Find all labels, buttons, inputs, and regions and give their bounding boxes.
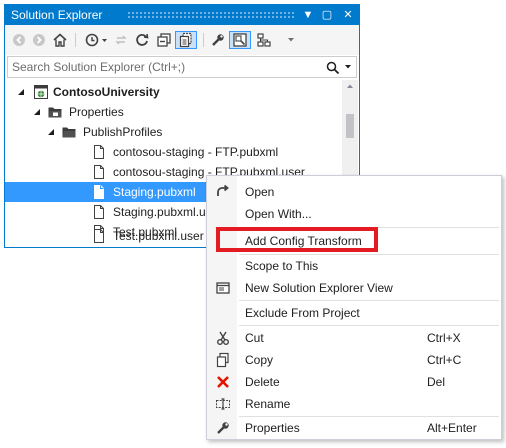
menu-separator xyxy=(239,300,499,301)
menu-item-copy[interactable]: Copy Ctrl+C xyxy=(207,349,501,371)
menu-item-label: Copy xyxy=(245,353,274,367)
window-title: Solution Explorer xyxy=(11,8,103,22)
search-input[interactable] xyxy=(12,59,308,75)
menu-item-scope-to-this[interactable]: Scope to This xyxy=(207,255,501,277)
file-icon xyxy=(94,185,104,199)
file-icon xyxy=(94,205,104,219)
scrollbar-thumb[interactable] xyxy=(346,114,354,138)
refresh-icon xyxy=(136,33,149,46)
tree-item-label: Staging.pubxml.us xyxy=(113,205,212,219)
menu-item-label: Properties xyxy=(245,421,300,435)
preview-selected-items-button[interactable] xyxy=(229,31,251,49)
collapse-all-button[interactable] xyxy=(155,31,173,49)
forward-button[interactable] xyxy=(31,31,47,49)
class-diagram-icon xyxy=(257,33,271,47)
menu-item-rename[interactable]: Rename xyxy=(207,393,501,415)
refresh-button[interactable] xyxy=(133,31,151,49)
web-project-icon xyxy=(34,85,48,99)
wrench-icon xyxy=(217,422,229,434)
pending-changes-filter-button[interactable] xyxy=(83,31,111,49)
context-menu: Open Open With... Add Config Transform S… xyxy=(206,175,502,440)
menu-item-label: Rename xyxy=(245,397,291,411)
tree-item-label: ContosoUniversity xyxy=(53,85,160,99)
cut-icon xyxy=(217,331,229,345)
tree-item-contosouniversity[interactable]: ContosoUniversity xyxy=(5,82,341,102)
title-bar[interactable]: Solution Explorer ▼ ▢ ✕ xyxy=(5,5,359,25)
menu-item-cut[interactable]: Cut Ctrl+X xyxy=(207,327,501,349)
expanded-arrow-icon[interactable] xyxy=(33,108,41,116)
menu-item-exclude-from-project[interactable]: Exclude From Project xyxy=(207,302,501,324)
title-grip xyxy=(127,11,295,18)
tree-item-publishprofiles[interactable]: PublishProfiles xyxy=(5,122,341,142)
highlight-annotation-box xyxy=(216,227,378,252)
search-options-dropdown-icon[interactable] xyxy=(344,64,352,70)
file-icon xyxy=(94,229,104,243)
folder-icon xyxy=(48,107,62,118)
menu-item-label: Exclude From Project xyxy=(245,306,360,320)
menu-item-label: Cut xyxy=(245,331,264,345)
toolbar-separator xyxy=(75,33,76,47)
scroll-up-arrow-icon[interactable] xyxy=(346,83,354,89)
open-icon xyxy=(217,184,229,196)
properties-button[interactable] xyxy=(209,31,227,49)
window-position-dropdown-button[interactable]: ▼ xyxy=(299,6,317,24)
home-button[interactable] xyxy=(51,31,69,49)
menu-item-shortcut: Del xyxy=(427,375,446,389)
menu-item-open[interactable]: Open xyxy=(207,181,501,203)
view-class-diagram-button[interactable] xyxy=(255,31,273,49)
properties-icon xyxy=(212,34,224,46)
menu-item-label: Delete xyxy=(245,375,280,389)
back-icon xyxy=(13,34,25,46)
search-icon[interactable] xyxy=(326,61,340,75)
expanded-arrow-icon[interactable] xyxy=(47,128,55,136)
new-view-icon xyxy=(216,282,230,294)
overflow-dropdown-icon xyxy=(288,38,294,42)
toolbar-separator xyxy=(203,33,204,47)
menu-item-new-solution-explorer-view[interactable]: New Solution Explorer View xyxy=(207,277,501,299)
menu-item-label: Open With... xyxy=(245,207,312,221)
show-all-files-icon xyxy=(179,32,192,48)
folder-icon xyxy=(62,127,76,138)
tree-item-label: Test.pubxml.user xyxy=(113,229,204,243)
forward-icon xyxy=(33,34,45,46)
collapse-all-icon xyxy=(157,33,171,47)
home-icon xyxy=(53,33,67,47)
search-box[interactable] xyxy=(7,56,357,78)
file-icon xyxy=(94,145,104,159)
menu-separator xyxy=(239,325,499,326)
sync-icon xyxy=(115,35,127,45)
rename-icon xyxy=(216,398,230,410)
toolbar-overflow-button[interactable] xyxy=(285,31,297,49)
menu-item-delete[interactable]: Delete Del xyxy=(207,371,501,393)
tree-item-file[interactable]: contosou-staging - FTP.pubxml xyxy=(5,142,341,162)
delete-icon xyxy=(217,376,229,388)
file-icon xyxy=(94,165,104,179)
tree-item-label: Staging.pubxml xyxy=(113,185,196,199)
back-button[interactable] xyxy=(11,31,27,49)
tree-item-properties[interactable]: Properties xyxy=(5,102,341,122)
menu-item-shortcut: Ctrl+C xyxy=(427,353,462,367)
expanded-arrow-icon[interactable] xyxy=(17,88,25,96)
preview-icon xyxy=(233,33,247,47)
menu-item-shortcut: Alt+Enter xyxy=(427,421,477,435)
tree-item-label: PublishProfiles xyxy=(83,125,163,139)
menu-item-open-with[interactable]: Open With... xyxy=(207,203,501,225)
toolbar xyxy=(5,25,359,55)
sync-with-document-button[interactable] xyxy=(113,31,129,49)
tree-item-label: Properties xyxy=(69,105,124,119)
menu-item-label: Open xyxy=(245,185,275,199)
show-all-files-button[interactable] xyxy=(175,31,197,49)
menu-item-label: Scope to This xyxy=(245,259,319,273)
menu-item-label: New Solution Explorer View xyxy=(245,281,393,295)
close-button[interactable]: ✕ xyxy=(339,6,357,24)
menu-item-properties[interactable]: Properties Alt+Enter xyxy=(207,417,501,439)
tree-item-label: contosou-staging - FTP.pubxml xyxy=(113,145,279,159)
menu-item-shortcut: Ctrl+X xyxy=(427,331,461,345)
copy-icon xyxy=(216,352,229,368)
auto-hide-pin-button[interactable]: ▢ xyxy=(318,6,336,24)
history-icon xyxy=(85,33,107,47)
